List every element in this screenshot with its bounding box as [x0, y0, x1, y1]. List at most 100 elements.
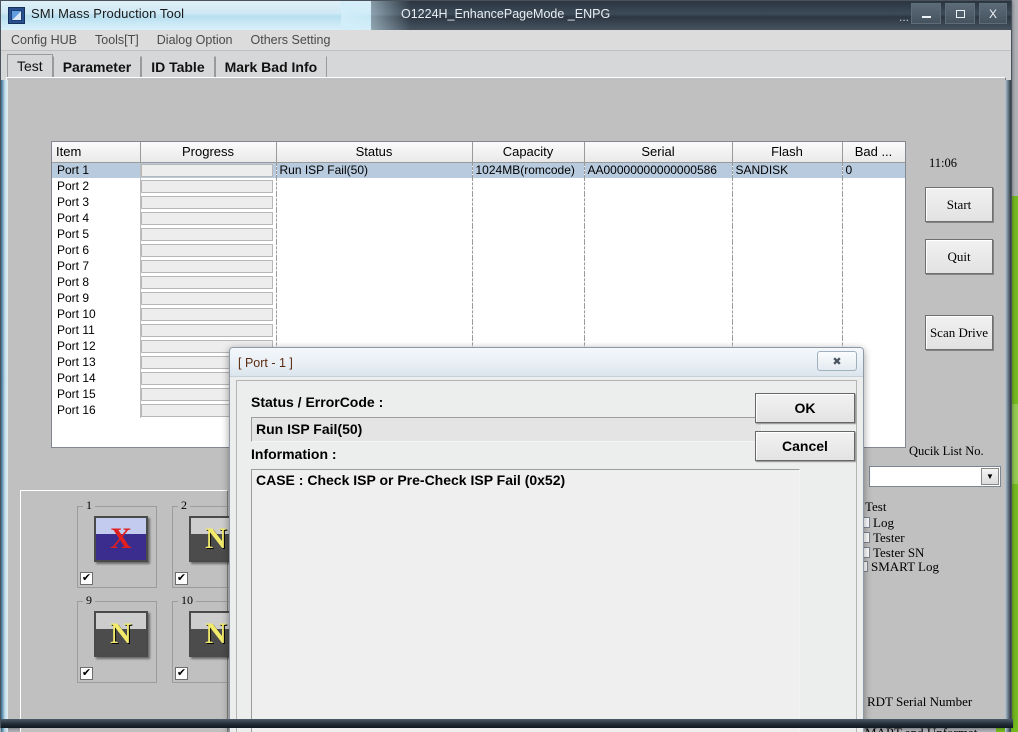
cell-status	[276, 322, 473, 338]
quit-button[interactable]: Quit	[925, 239, 993, 274]
column-header-progress[interactable]: Progress	[140, 142, 277, 163]
drive-slot-number: 10	[178, 593, 196, 608]
cell-flash	[732, 290, 843, 306]
cell-bad: 0	[842, 162, 905, 178]
cell-item: Port 9	[52, 290, 141, 306]
checkbox-label: RDT Serial Number	[867, 694, 973, 709]
dialog-close-icon[interactable]: ✖	[817, 351, 857, 371]
cell-progress	[140, 290, 277, 306]
close-button[interactable]: X	[979, 3, 1007, 24]
drive-enable-checkbox[interactable]: ✔	[80, 572, 93, 585]
information-textarea[interactable]: CASE : Check ISP or Pre-Check ISP Fail (…	[251, 469, 800, 732]
checkbox-test[interactable]: Test	[851, 499, 886, 515]
cell-progress	[140, 162, 277, 178]
cell-bad	[842, 306, 905, 322]
menu-item-dialog-option[interactable]: Dialog Option	[157, 33, 233, 47]
cancel-button[interactable]: Cancel	[755, 431, 855, 461]
cell-flash	[732, 242, 843, 258]
cell-flash: SANDISK	[732, 162, 843, 178]
cell-serial	[584, 322, 733, 338]
cell-item: Port 7	[52, 258, 141, 274]
drive-slot-number: 1	[83, 498, 95, 513]
cell-capacity	[472, 226, 585, 242]
chevron-down-icon[interactable]: ▼	[981, 468, 999, 485]
cell-status	[276, 226, 473, 242]
table-row[interactable]: Port 7	[52, 258, 905, 274]
cell-progress	[140, 322, 277, 338]
column-header-flash[interactable]: Flash	[732, 142, 843, 163]
checkbox-log[interactable]: Log	[859, 515, 894, 531]
drive-enable-checkbox[interactable]: ✔	[175, 572, 188, 585]
cell-progress	[140, 178, 277, 194]
cell-progress	[140, 194, 277, 210]
progress-bar	[140, 291, 273, 305]
cell-bad	[842, 194, 905, 210]
table-row[interactable]: Port 8	[52, 274, 905, 290]
progress-bar	[140, 163, 273, 177]
cell-item: Port 16	[52, 402, 141, 418]
checkbox-rdt-serial-number[interactable]: RDT Serial Number	[853, 694, 973, 710]
cell-item: Port 13	[52, 354, 141, 370]
menu-item-others-setting[interactable]: Others Setting	[251, 33, 331, 47]
cell-serial	[584, 274, 733, 290]
column-header-capacity[interactable]: Capacity	[472, 142, 585, 163]
cell-serial	[584, 194, 733, 210]
table-row[interactable]: Port 9	[52, 290, 905, 306]
table-row[interactable]: Port 4	[52, 210, 905, 226]
dialog-title: [ Port - 1 ]	[238, 356, 293, 370]
table-row[interactable]: Port 6	[52, 242, 905, 258]
tab-mark-bad-info[interactable]: Mark Bad Info	[214, 56, 328, 77]
table-row[interactable]: Port 5	[52, 226, 905, 242]
port-table-header-row: Item Progress Status Capacity Serial Fla…	[52, 142, 905, 163]
cell-bad	[842, 210, 905, 226]
quick-list-label: Qucik List No.	[909, 444, 984, 458]
table-row[interactable]: Port 2	[52, 178, 905, 194]
ok-button[interactable]: OK	[755, 393, 855, 423]
tab-id-table[interactable]: ID Table	[141, 56, 215, 77]
quick-list-combobox[interactable]: ▼	[869, 466, 1001, 487]
progress-bar	[140, 259, 273, 273]
tab-test[interactable]: Test	[7, 54, 53, 77]
cell-flash	[732, 322, 843, 338]
cell-item: Port 5	[52, 226, 141, 242]
checkbox-label: Tester SN	[873, 545, 925, 560]
app-title: SMI Mass Production Tool	[31, 6, 185, 21]
cell-item: Port 10	[52, 306, 141, 322]
tab-parameter[interactable]: Parameter	[52, 56, 142, 77]
table-row[interactable]: Port 10	[52, 306, 905, 322]
application-window: SMI Mass Production Tool O1224H_EnhanceP…	[0, 0, 1013, 732]
cell-progress	[140, 258, 277, 274]
cell-bad	[842, 258, 905, 274]
drive-enable-checkbox[interactable]: ✔	[175, 667, 188, 680]
table-row[interactable]: Port 1 Run ISP Fail(50) 1024MB(romcode) AA0…	[52, 162, 905, 178]
cell-progress	[140, 242, 277, 258]
checkbox-smart-log[interactable]: SMART Log	[857, 559, 939, 575]
table-row[interactable]: Port 3	[52, 194, 905, 210]
scan-drive-button[interactable]: Scan Drive	[925, 315, 993, 350]
drive-slot-9[interactable]: 9 N ✔	[77, 593, 157, 683]
menu-item-config-hub[interactable]: Config HUB	[11, 33, 77, 47]
menu-item-tools[interactable]: Tools[T]	[95, 33, 139, 47]
column-header-status[interactable]: Status	[276, 142, 473, 163]
checkbox-label: SMART Log	[871, 559, 939, 574]
cell-serial	[584, 290, 733, 306]
cell-item: Port 12	[52, 338, 141, 354]
cell-bad	[842, 226, 905, 242]
cell-serial: AA00000000000000586	[584, 162, 733, 178]
cell-progress	[140, 226, 277, 242]
cell-status: Run ISP Fail(50)	[276, 162, 473, 178]
drive-enable-checkbox[interactable]: ✔	[80, 667, 93, 680]
port-detail-dialog: [ Port - 1 ] ✖ Status / ErrorCode : Run …	[229, 347, 864, 732]
table-row[interactable]: Port 11	[52, 322, 905, 338]
minimize-button[interactable]	[911, 3, 941, 24]
start-button[interactable]: Start	[925, 187, 993, 222]
column-header-serial[interactable]: Serial	[584, 142, 733, 163]
column-header-item[interactable]: Item	[52, 142, 141, 163]
checkbox-tester[interactable]: Tester	[859, 530, 905, 546]
cell-flash	[732, 226, 843, 242]
drive-slot-1[interactable]: 1 X ✔	[77, 498, 157, 588]
cell-status	[276, 242, 473, 258]
maximize-button[interactable]	[945, 3, 975, 24]
column-header-bad[interactable]: Bad ...	[842, 142, 905, 163]
document-title: O1224H_EnhancePageMode _ENPG	[401, 7, 611, 21]
